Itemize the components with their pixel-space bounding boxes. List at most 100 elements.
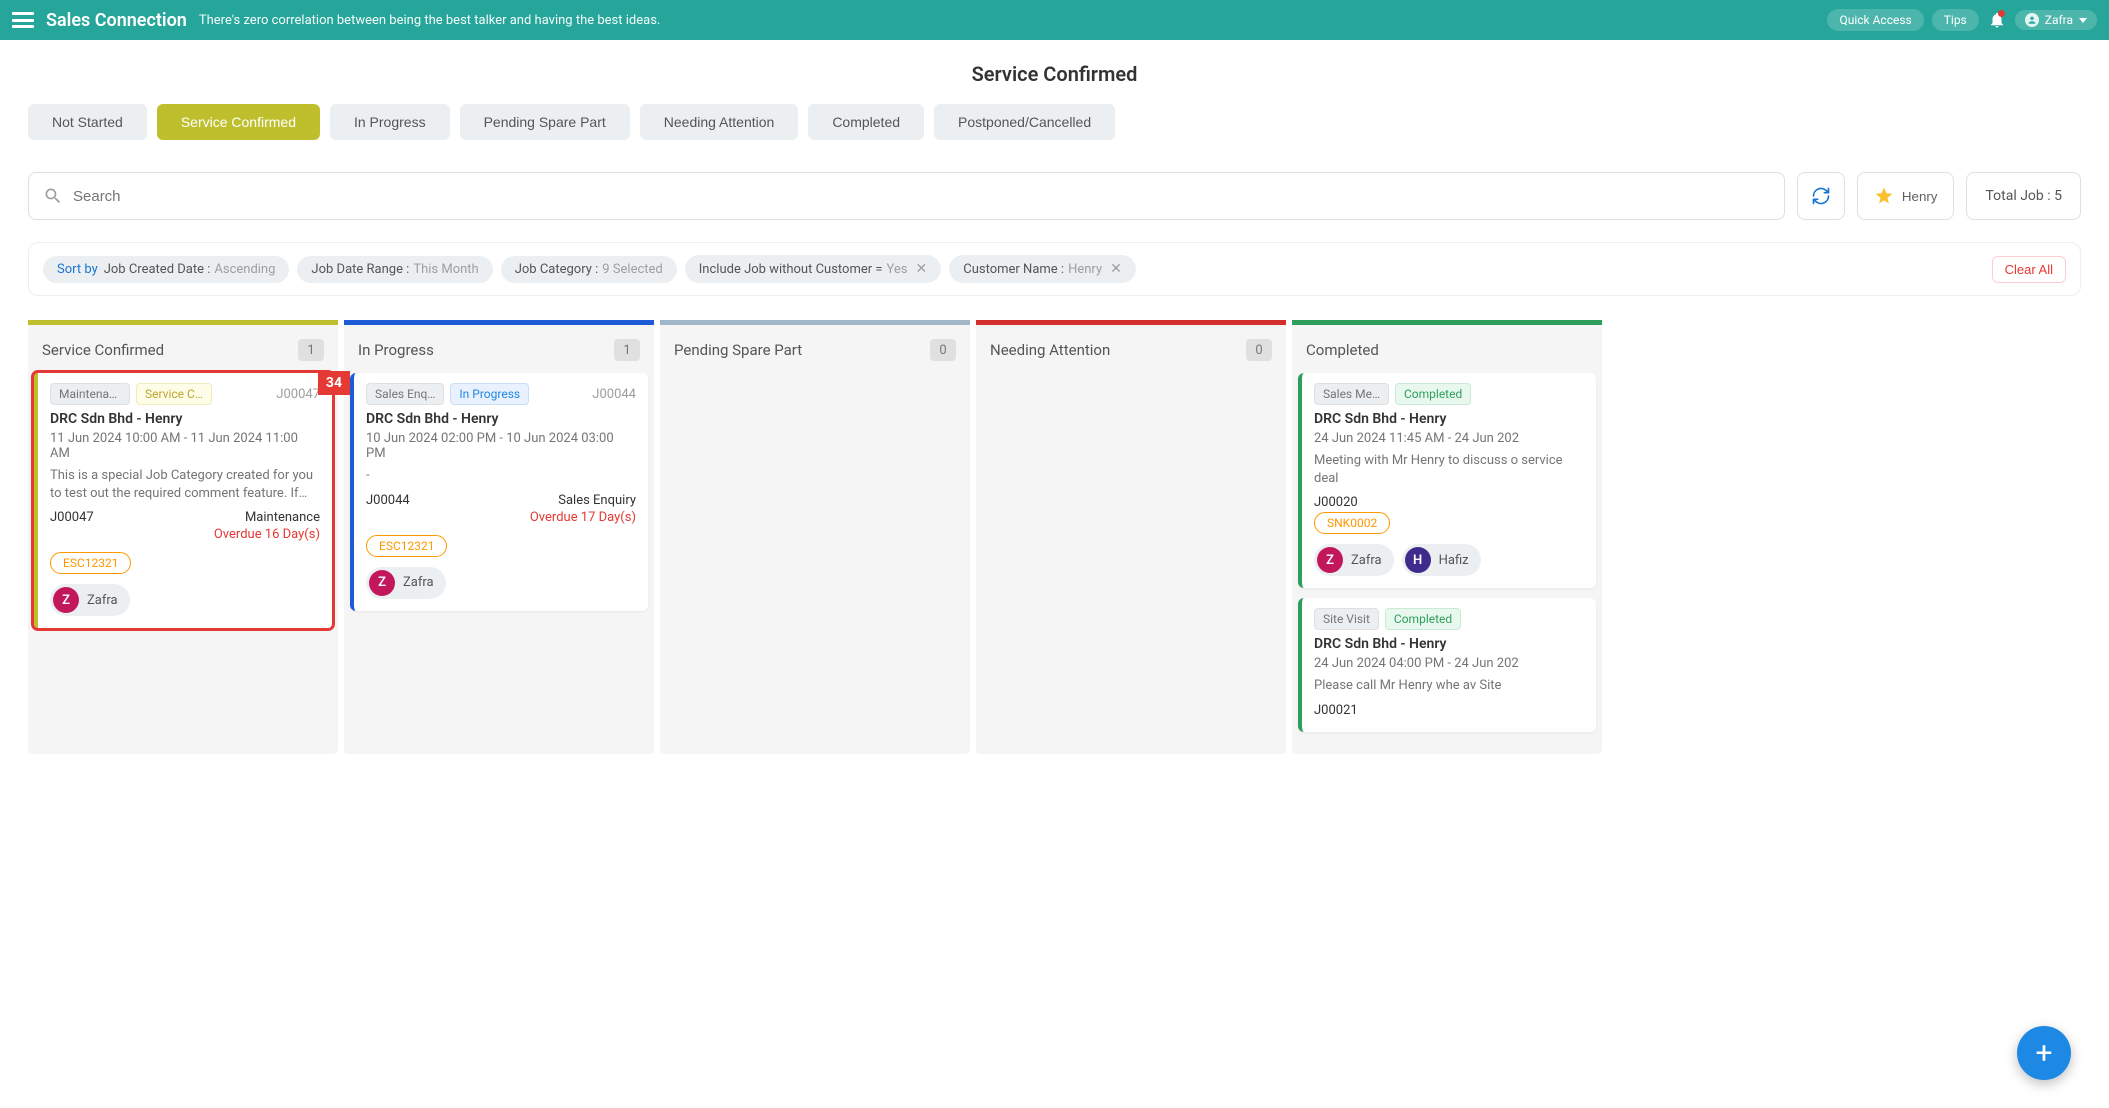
card-meta-left: J00021 — [1314, 703, 1358, 718]
filter-key: Include Job without Customer = — [699, 262, 883, 277]
status-tab-not-started[interactable]: Not Started — [28, 104, 147, 140]
status-tab-needing-attention[interactable]: Needing Attention — [640, 104, 799, 140]
chevron-down-icon — [2079, 18, 2087, 23]
card-date-range: 24 Jun 2024 04:00 PM - 24 Jun 202 — [1314, 656, 1584, 671]
assignee-avatar: Z — [53, 587, 79, 613]
card-assignees: Z Zafra — [50, 584, 320, 616]
quick-access-button[interactable]: Quick Access — [1827, 9, 1923, 31]
kanban-column: In Progress1Sales Enq…In ProgressJ00044D… — [344, 320, 654, 754]
status-tab-service-confirmed[interactable]: Service Confirmed — [157, 104, 320, 140]
sort-prefix: Sort by — [57, 262, 98, 277]
card-description: - — [366, 467, 636, 485]
card-description: Please call Mr Henry whe av Site — [1314, 677, 1584, 695]
column-count: 1 — [614, 339, 640, 361]
column-count: 0 — [1246, 339, 1272, 361]
assignee-name: Hafiz — [1439, 553, 1469, 568]
card-reference-chip: SNK0002 — [1314, 512, 1390, 534]
total-jobs-chip: Total Job : 5 — [1966, 172, 2081, 220]
card-status-tag: Service C… — [136, 383, 212, 405]
user-avatar-icon — [2025, 13, 2039, 27]
hamburger-menu-icon[interactable] — [12, 12, 34, 28]
search-icon — [43, 186, 63, 206]
filter-pill[interactable]: Job Category : 9 Selected — [501, 256, 677, 283]
column-count: 0 — [930, 339, 956, 361]
assignee-avatar: H — [1405, 547, 1431, 573]
assignee-chip[interactable]: ZZafra — [1314, 544, 1394, 576]
kanban-board: Service Confirmed 1 34 Maintenan… Service C…… — [28, 320, 2081, 754]
card-title: DRC Sdn Bhd - Henry — [1314, 411, 1584, 427]
filter-value: This Month — [413, 262, 478, 277]
filter-value: Yes — [887, 262, 908, 277]
card-category-tag: Sales Me… — [1314, 383, 1389, 405]
remove-filter-icon[interactable]: ✕ — [1110, 261, 1122, 277]
card-job-number: J00044 — [592, 387, 636, 402]
card-overdue: Overdue 17 Day(s) — [366, 510, 636, 525]
card-title: DRC Sdn Bhd - Henry — [366, 411, 636, 427]
plus-icon: + — [2035, 1036, 2052, 1071]
search-input[interactable] — [63, 188, 1770, 205]
tips-button[interactable]: Tips — [1932, 9, 1979, 31]
card-title: DRC Sdn Bhd - Henry — [50, 411, 320, 427]
status-tab-completed[interactable]: Completed — [808, 104, 924, 140]
remove-filter-icon[interactable]: ✕ — [916, 261, 928, 277]
total-value: 5 — [2054, 188, 2062, 204]
filter-value: Henry — [1068, 262, 1102, 277]
card-status-tag: Completed — [1385, 608, 1461, 630]
app-header: Sales Connection There's zero correlatio… — [0, 0, 2109, 40]
sort-pill[interactable]: Sort by Job Created Date : Ascending — [43, 256, 289, 283]
job-card[interactable]: Site VisitCompletedDRC Sdn Bhd - Henry24… — [1298, 598, 1596, 732]
assignee-chip[interactable]: H Hafiz — [1402, 544, 1481, 576]
job-card[interactable]: Sales Me…CompletedDRC Sdn Bhd - Henry24 … — [1298, 373, 1596, 588]
filters-bar: Sort by Job Created Date : Ascending Job… — [28, 242, 2081, 296]
card-description: This is a special Job Category created f… — [50, 467, 320, 502]
notifications-bell-icon[interactable] — [1987, 10, 2007, 30]
refresh-icon — [1811, 186, 1831, 206]
favorite-name: Henry — [1902, 189, 1938, 204]
page-title: Service Confirmed — [28, 40, 2081, 104]
card-title: DRC Sdn Bhd - Henry — [1314, 636, 1584, 652]
column-title: Service Confirmed — [42, 341, 164, 359]
clear-all-filters-button[interactable]: Clear All — [1992, 256, 2066, 283]
assignee-name: Zafra — [87, 593, 118, 608]
refresh-button[interactable] — [1797, 172, 1845, 220]
status-tab-postponed-cancelled[interactable]: Postponed/Cancelled — [934, 104, 1115, 140]
filter-pill[interactable]: Job Date Range : This Month — [297, 256, 492, 283]
card-assignees: ZZafra — [366, 567, 636, 599]
search-box[interactable] — [28, 172, 1785, 220]
card-meta-left: J00020 — [1314, 495, 1358, 510]
card-meta-right: Sales Enquiry — [558, 493, 636, 508]
card-meta-left: J00044 — [366, 493, 410, 508]
header-tagline: There's zero correlation between being t… — [199, 13, 660, 28]
card-category-tag: Maintenan… — [50, 383, 130, 405]
card-meta-right: Maintenance — [245, 510, 320, 525]
assignee-chip[interactable]: Z Zafra — [50, 584, 130, 616]
sort-direction: Ascending — [214, 262, 275, 277]
filter-pill[interactable]: Include Job without Customer = Yes ✕ — [685, 255, 941, 283]
assignee-avatar: Z — [1317, 547, 1343, 573]
status-tabs-row: Not Started Service Confirmed In Progress P… — [28, 104, 2081, 158]
card-overdue: Overdue 16 Day(s) — [50, 527, 320, 542]
card-reference-chip: ESC12321 — [366, 535, 447, 557]
assignee-chip[interactable]: ZZafra — [366, 567, 446, 599]
filter-value: 9 Selected — [602, 262, 662, 277]
job-card[interactable]: 34Maintenan…Service C…J00047DRC Sdn Bhd … — [34, 373, 332, 628]
favorite-filter-button[interactable]: Henry — [1857, 172, 1955, 220]
kanban-column: Service Confirmed134Maintenan…Service C…… — [28, 320, 338, 754]
current-user-menu[interactable]: Zafra — [2015, 10, 2097, 30]
kanban-column: Needing Attention0 — [976, 320, 1286, 754]
card-status-tag: In Progress — [450, 383, 529, 405]
card-red-badge: 34 — [318, 371, 350, 395]
card-date-range: 11 Jun 2024 10:00 AM - 11 Jun 2024 11:00… — [50, 431, 320, 461]
current-user-name: Zafra — [2045, 13, 2073, 27]
filter-key: Customer Name : — [963, 262, 1064, 277]
status-tab-in-progress[interactable]: In Progress — [330, 104, 450, 140]
kanban-column: Completed Sales Me… Completed DRC Sdn Bhd -… — [1292, 320, 1602, 754]
sort-field: Job Created Date : — [104, 262, 211, 277]
filter-pill[interactable]: Customer Name : Henry ✕ — [949, 255, 1136, 283]
add-job-fab[interactable]: + — [2017, 1026, 2071, 1080]
column-count: 1 — [298, 339, 324, 361]
brand-title: Sales Connection — [46, 10, 187, 31]
job-card[interactable]: Sales Enq…In ProgressJ00044DRC Sdn Bhd -… — [350, 373, 648, 611]
status-tab-pending-spare-part[interactable]: Pending Spare Part — [460, 104, 630, 140]
card-status-tag: Completed — [1395, 383, 1471, 405]
